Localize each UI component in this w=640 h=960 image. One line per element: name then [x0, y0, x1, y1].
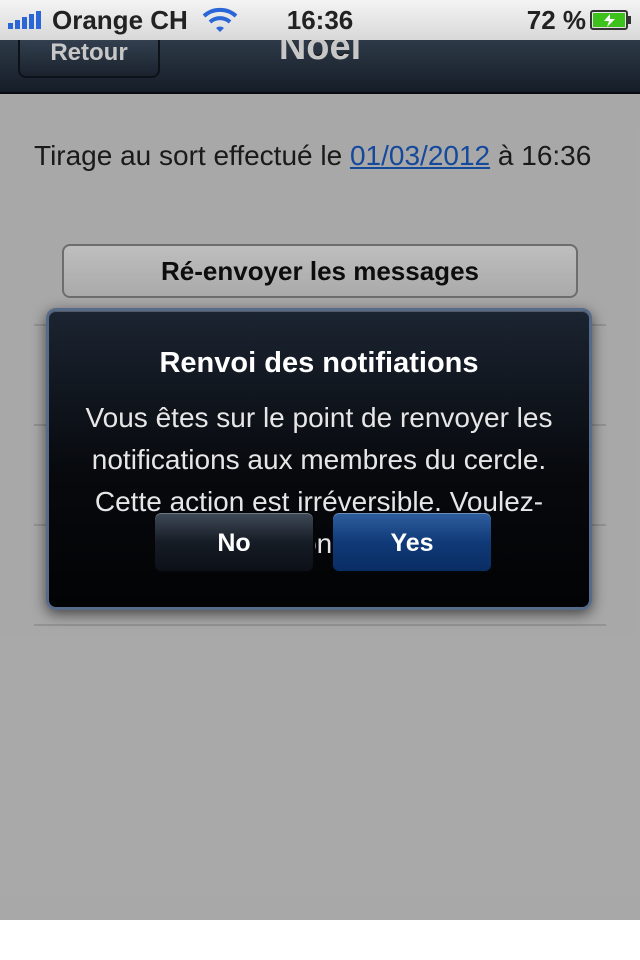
alert-dialog: Renvoi des notifiations Vous êtes sur le…: [46, 308, 592, 610]
bottom-strip: [0, 920, 640, 960]
battery-percent: 72 %: [526, 5, 586, 35]
alert-message: Vous êtes sur le point de renvoyer les n…: [85, 402, 553, 559]
battery-charging-icon: [590, 10, 631, 30]
yes-button[interactable]: Yes: [331, 511, 493, 573]
status-bar: Orange CH 16:36 72 %: [0, 0, 640, 40]
alert-title: Renvoi des notifiations: [159, 347, 479, 379]
no-button[interactable]: No: [153, 511, 315, 573]
screen: Retour Noël Tirage au sort effectué le 0…: [0, 40, 640, 920]
